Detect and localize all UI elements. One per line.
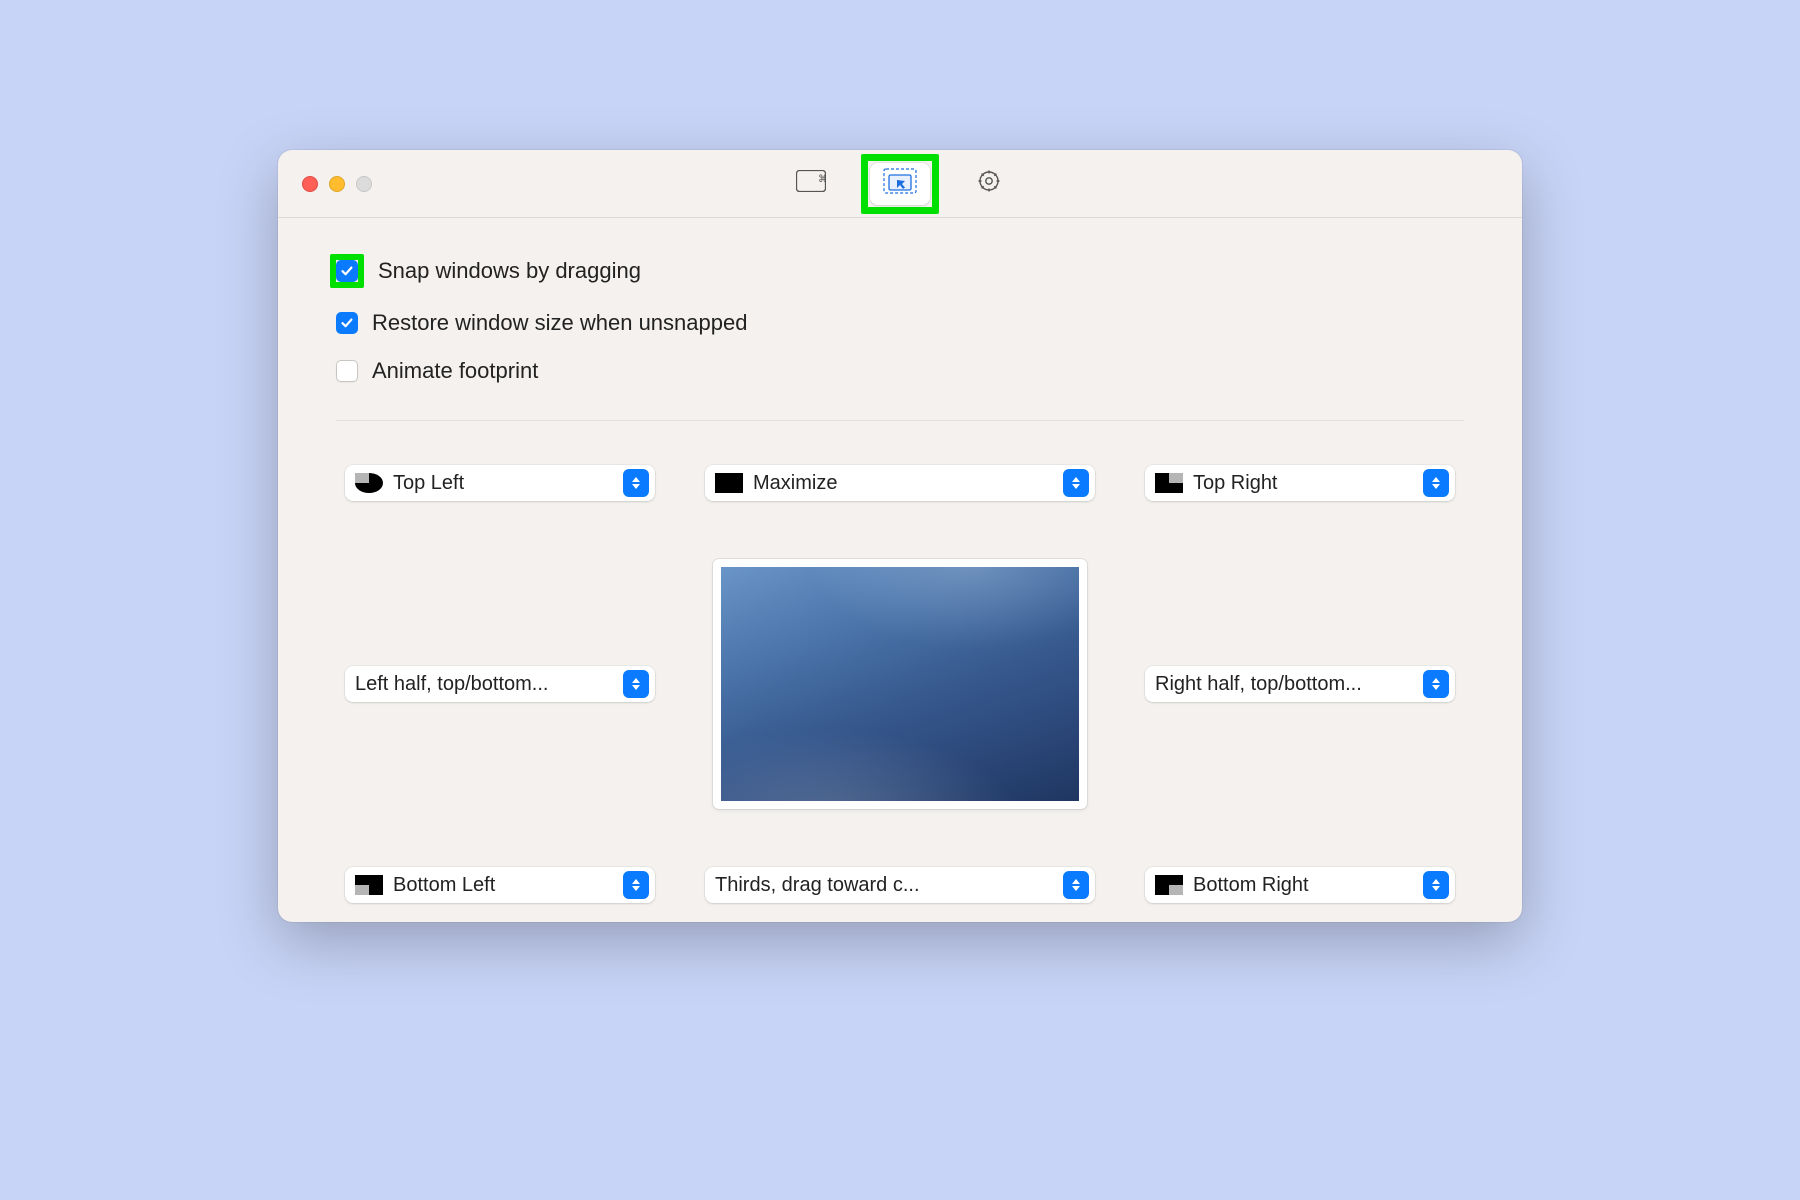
- zone-label: Maximize: [753, 472, 1055, 495]
- chevron-up-down-icon: [1423, 670, 1449, 698]
- checkbox-restore-when-unsnapped[interactable]: [336, 312, 358, 334]
- zone-label: Thirds, drag toward c...: [715, 874, 1055, 897]
- label-animate-footprint: Animate footprint: [372, 358, 538, 384]
- minimize-button[interactable]: [329, 176, 345, 192]
- option-animate-footprint: Animate footprint: [336, 358, 1464, 384]
- option-restore-when-unsnapped: Restore window size when unsnapped: [336, 310, 1464, 336]
- preferences-window: ⌘: [278, 150, 1522, 922]
- zone-label: Bottom Right: [1193, 874, 1415, 897]
- preview-frame: [713, 559, 1087, 809]
- zone-select-mid-left[interactable]: Left half, top/bottom...: [345, 666, 655, 702]
- label-restore-when-unsnapped: Restore window size when unsnapped: [372, 310, 747, 336]
- option-snap-by-dragging: Snap windows by dragging: [336, 254, 1464, 288]
- traffic-lights: [302, 176, 372, 192]
- label-snap-by-dragging: Snap windows by dragging: [378, 258, 641, 284]
- zone-thumb-icon: [1155, 875, 1183, 895]
- zone-thumb-icon: [1155, 473, 1183, 493]
- zone-select-bottom-right[interactable]: Bottom Right: [1145, 867, 1455, 903]
- tab-keyboard[interactable]: ⌘: [781, 163, 841, 205]
- snapping-icon: [883, 168, 917, 199]
- zone-label: Bottom Left: [393, 874, 615, 897]
- zone-select-bottom-left[interactable]: Bottom Left: [345, 867, 655, 903]
- highlight-snap-checkbox: [330, 254, 364, 288]
- zone-label: Right half, top/bottom...: [1155, 673, 1415, 696]
- chevron-up-down-icon: [623, 670, 649, 698]
- zone-thumb-icon: [355, 473, 383, 493]
- titlebar: ⌘: [278, 150, 1522, 218]
- tab-snapping[interactable]: [870, 163, 930, 205]
- checkbox-animate-footprint[interactable]: [336, 360, 358, 382]
- chevron-up-down-icon: [1063, 871, 1089, 899]
- divider: [336, 420, 1464, 421]
- zone-select-mid-right[interactable]: Right half, top/bottom...: [1145, 666, 1455, 702]
- zone-label: Top Right: [1193, 472, 1415, 495]
- zone-select-top-left[interactable]: Top Left: [345, 465, 655, 501]
- keyboard-icon: ⌘: [796, 170, 826, 197]
- zone-thumb-icon: [715, 473, 743, 493]
- checkbox-group: Snap windows by dragging Restore window …: [336, 254, 1464, 384]
- highlight-snapping-tab: [861, 154, 939, 214]
- chevron-up-down-icon: [1423, 871, 1449, 899]
- chevron-up-down-icon: [623, 469, 649, 497]
- zone-select-top-center[interactable]: Maximize: [705, 465, 1095, 501]
- zone-label: Top Left: [393, 472, 615, 495]
- zone-label: Left half, top/bottom...: [355, 673, 615, 696]
- checkbox-snap-by-dragging[interactable]: [336, 260, 358, 282]
- close-button[interactable]: [302, 176, 318, 192]
- zone-grid: Top Left Maximize Top Right Left half, t…: [336, 461, 1464, 907]
- content-pane: Snap windows by dragging Restore window …: [278, 218, 1522, 922]
- zoom-button[interactable]: [356, 176, 372, 192]
- zone-thumb-icon: [355, 875, 383, 895]
- zone-select-top-right[interactable]: Top Right: [1145, 465, 1455, 501]
- chevron-up-down-icon: [1063, 469, 1089, 497]
- chevron-up-down-icon: [1423, 469, 1449, 497]
- desktop-wallpaper-icon: [721, 567, 1079, 801]
- zone-select-bottom-center[interactable]: Thirds, drag toward c...: [705, 867, 1095, 903]
- desktop-preview: [705, 559, 1095, 809]
- gear-icon: [977, 169, 1001, 198]
- toolbar: ⌘: [781, 154, 1019, 214]
- svg-text:⌘: ⌘: [818, 174, 826, 185]
- tab-settings[interactable]: [959, 163, 1019, 205]
- chevron-up-down-icon: [623, 871, 649, 899]
